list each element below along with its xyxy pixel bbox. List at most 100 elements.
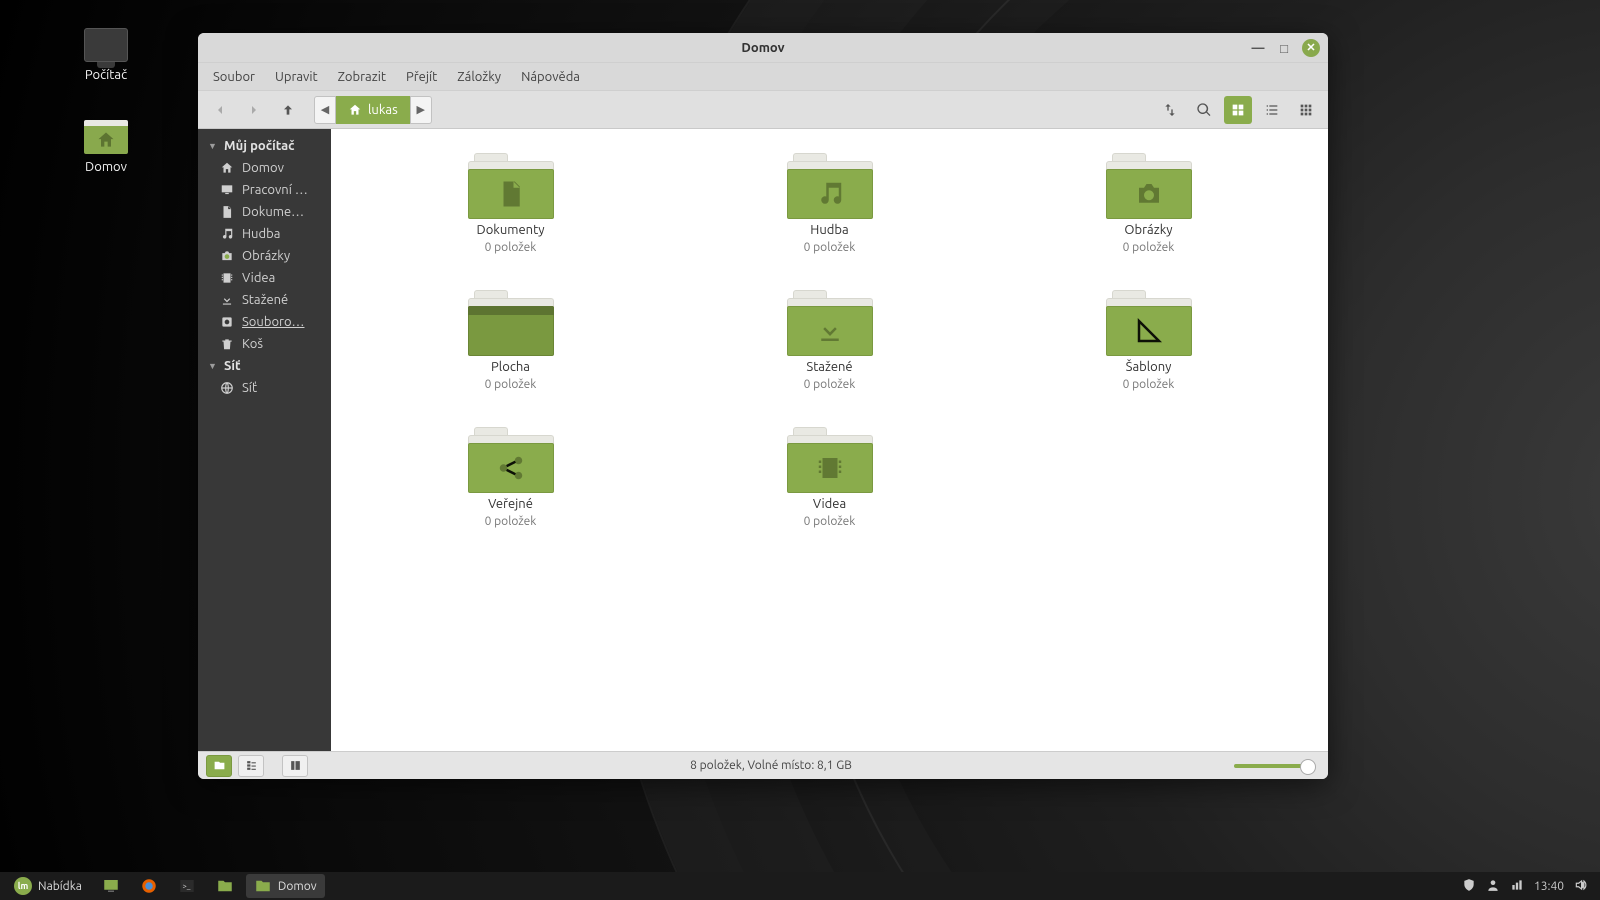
- sidebar-item-desktop[interactable]: Pracovní …: [198, 179, 331, 201]
- taskbar-window-label: Domov: [278, 880, 317, 893]
- sidebar-item-globe[interactable]: Síť: [198, 377, 331, 399]
- system-tray: 13:40: [1462, 878, 1594, 895]
- taskbar-show-desktop[interactable]: [94, 874, 128, 898]
- sidebar-item-camera[interactable]: Obrázky: [198, 245, 331, 267]
- folder-item-count: 0 položek: [804, 378, 856, 391]
- folder-icon: [1106, 153, 1192, 219]
- sidebar-item-download[interactable]: Stažené: [198, 289, 331, 311]
- sidebar-item-label: Obrázky: [242, 249, 290, 263]
- network-icon[interactable]: [1510, 878, 1524, 895]
- close-button[interactable]: ✕: [1302, 39, 1320, 57]
- mint-logo-icon: [14, 877, 32, 895]
- folder-veřejné[interactable]: Veřejné 0 položek: [371, 421, 650, 534]
- path-scroll-left[interactable]: ◀: [314, 96, 336, 124]
- sidebar-item-label: Souboro…: [242, 315, 304, 329]
- sidebar-item-label: Koš: [242, 337, 263, 351]
- minimize-button[interactable]: —: [1250, 40, 1266, 56]
- sidebar-group-label: Síť: [224, 359, 241, 373]
- folder-name: Plocha: [491, 360, 530, 374]
- menubar: Soubor Upravit Zobrazit Přejít Záložky N…: [198, 63, 1328, 91]
- folder-item-count: 0 položek: [804, 241, 856, 254]
- path-segment-current[interactable]: lukas: [336, 96, 410, 124]
- start-menu-button[interactable]: Nabídka: [6, 874, 90, 898]
- taskbar: Nabídka >_ Domov 13:40: [0, 872, 1600, 900]
- sidebar-item-label: Pracovní …: [242, 183, 308, 197]
- menu-soubor[interactable]: Soubor: [204, 67, 264, 87]
- menu-zobrazit[interactable]: Zobrazit: [329, 67, 395, 87]
- toolbar: ◀ lukas ▶: [198, 91, 1328, 129]
- nav-up-button[interactable]: [274, 96, 302, 124]
- clock[interactable]: 13:40: [1534, 880, 1564, 893]
- desktop-icon-computer[interactable]: Počítač: [56, 28, 156, 82]
- folder-item-count: 0 položek: [1123, 378, 1175, 391]
- desktop-icon: [102, 877, 120, 895]
- desktop-icons: Počítač Domov: [56, 28, 156, 212]
- sidebar-item-music[interactable]: Hudba: [198, 223, 331, 245]
- path-scroll-right[interactable]: ▶: [410, 96, 432, 124]
- sidebar-item-trash[interactable]: Koš: [198, 333, 331, 355]
- folder-name: Videa: [813, 497, 846, 511]
- user-icon[interactable]: [1486, 878, 1500, 895]
- folder-videa[interactable]: Videa 0 položek: [690, 421, 969, 534]
- folder-name: Stažené: [806, 360, 852, 374]
- taskbar-files[interactable]: [208, 874, 242, 898]
- tree-toggle-button[interactable]: [238, 755, 264, 777]
- folder-icon: [787, 153, 873, 219]
- folder-plocha[interactable]: Plocha 0 položek: [371, 284, 650, 397]
- toggle-location-button[interactable]: [1156, 96, 1184, 124]
- view-list-button[interactable]: [1258, 96, 1286, 124]
- taskbar-terminal[interactable]: >_: [170, 874, 204, 898]
- search-button[interactable]: [1190, 96, 1218, 124]
- folder-name: Hudba: [810, 223, 848, 237]
- folder-hudba[interactable]: Hudba 0 položek: [690, 147, 969, 260]
- path-label: lukas: [368, 103, 398, 117]
- sidebar-group-my-computer[interactable]: ▼ Můj počítač: [198, 135, 331, 157]
- menu-prejit[interactable]: Přejít: [397, 67, 446, 87]
- disk-icon: [220, 315, 234, 329]
- folder-icon: [787, 290, 873, 356]
- sidebar-item-home[interactable]: Domov: [198, 157, 331, 179]
- folder-icon: [468, 290, 554, 356]
- taskbar-firefox[interactable]: [132, 874, 166, 898]
- folder-šablony[interactable]: Šablony 0 položek: [1009, 284, 1288, 397]
- folder-dokumenty[interactable]: Dokumenty 0 položek: [371, 147, 650, 260]
- folder-item-count: 0 položek: [485, 378, 537, 391]
- nav-back-button[interactable]: [206, 96, 234, 124]
- file-manager-window: Domov — □ ✕ Soubor Upravit Zobrazit Přej…: [198, 33, 1328, 779]
- computer-icon: [84, 28, 128, 62]
- music-icon: [220, 227, 234, 241]
- window-controls: — □ ✕: [1250, 39, 1320, 57]
- desktop-icon-home[interactable]: Domov: [56, 120, 156, 174]
- folder-stažené[interactable]: Stažené 0 položek: [690, 284, 969, 397]
- view-compact-button[interactable]: [1292, 96, 1320, 124]
- home-folder-icon: [84, 120, 128, 154]
- zoom-slider[interactable]: [1234, 764, 1312, 768]
- menu-zalozky[interactable]: Záložky: [448, 67, 510, 87]
- shield-icon[interactable]: [1462, 878, 1476, 895]
- chevron-down-icon: ▼: [208, 141, 218, 151]
- taskbar-window-domov[interactable]: Domov: [246, 874, 325, 898]
- sidebar-item-disk[interactable]: Souboro…: [198, 311, 331, 333]
- sidebar-group-label: Můj počítač: [224, 139, 295, 153]
- chevron-down-icon: ▼: [208, 361, 218, 371]
- hide-sidebar-button[interactable]: [282, 755, 308, 777]
- home-icon: [220, 161, 234, 175]
- download-icon: [220, 293, 234, 307]
- maximize-button[interactable]: □: [1276, 40, 1292, 56]
- volume-icon[interactable]: [1574, 878, 1588, 895]
- menu-napoveda[interactable]: Nápověda: [512, 67, 589, 87]
- folder-obrázky[interactable]: Obrázky 0 položek: [1009, 147, 1288, 260]
- content-area[interactable]: Dokumenty 0 položek Hudba 0 položek Obrá…: [331, 129, 1328, 751]
- window-titlebar[interactable]: Domov — □ ✕: [198, 33, 1328, 63]
- places-toggle-button[interactable]: [206, 755, 232, 777]
- folder-item-count: 0 položek: [485, 515, 537, 528]
- sidebar-item-label: Domov: [242, 161, 284, 175]
- folder-icon: [1106, 290, 1192, 356]
- menu-upravit[interactable]: Upravit: [266, 67, 327, 87]
- nav-forward-button[interactable]: [240, 96, 268, 124]
- terminal-icon: >_: [178, 877, 196, 895]
- view-icons-button[interactable]: [1224, 96, 1252, 124]
- sidebar-item-doc[interactable]: Dokume…: [198, 201, 331, 223]
- sidebar-item-video[interactable]: Videa: [198, 267, 331, 289]
- sidebar-group-network[interactable]: ▼ Síť: [198, 355, 331, 377]
